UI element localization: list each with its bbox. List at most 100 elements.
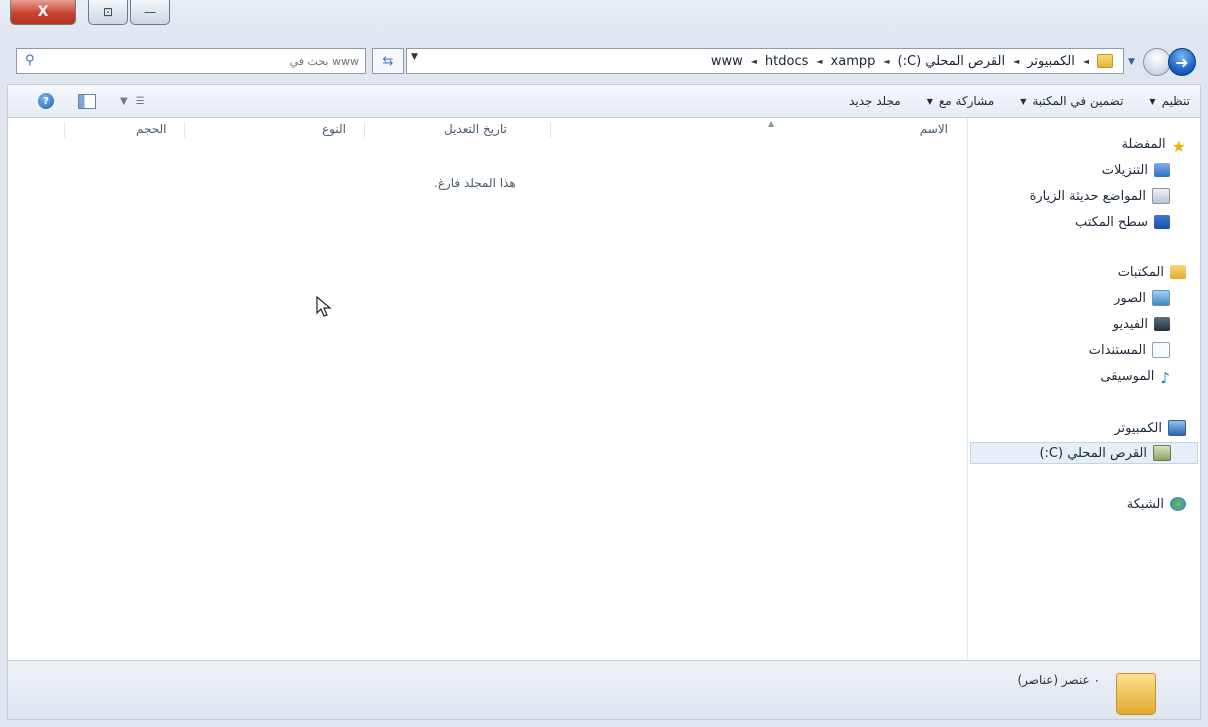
address-history-dropdown-icon[interactable]: ▼ <box>411 52 418 62</box>
nav-documents[interactable]: المستندات <box>1089 340 1170 360</box>
column-divider[interactable] <box>550 122 551 138</box>
recent-places-icon <box>1152 188 1170 204</box>
maximize-button[interactable]: ⊡ <box>88 0 128 25</box>
refresh-button[interactable]: ⇆ <box>372 48 404 74</box>
minimize-button[interactable]: — <box>130 0 170 25</box>
view-details-icon: ☰ <box>135 95 145 107</box>
back-button[interactable]: ➜ <box>1168 48 1196 76</box>
chevron-down-icon: ▼ <box>926 96 933 106</box>
nav-recent-places-label: المواضع حديثة الزيارة <box>1029 188 1146 204</box>
nav-libraries-label: المكتبات <box>1117 264 1164 280</box>
nav-videos-label: الفيديو <box>1112 316 1148 332</box>
refresh-icon: ⇆ <box>382 53 394 69</box>
nav-desktop[interactable]: سطح المكتب <box>1075 212 1170 232</box>
chevron-down-icon: ▼ <box>1149 96 1156 106</box>
column-date-modified[interactable]: تاريخ التعديل <box>444 122 507 136</box>
downloads-folder-icon <box>1154 163 1170 177</box>
item-count: ٠ عنصر (عناصر) <box>1017 673 1100 687</box>
column-divider[interactable] <box>64 122 65 138</box>
recent-pages-dropdown-icon[interactable]: ▼ <box>1128 57 1135 67</box>
chevron-left-icon[interactable]: ◄ <box>1083 57 1089 66</box>
videos-icon <box>1154 317 1170 331</box>
address-row: ⚲ ⇆ ▼ www ◄ htdocs ◄ xampp ◄ القرص المحل… <box>0 44 1208 78</box>
chevron-left-icon[interactable]: ◄ <box>816 57 822 66</box>
folder-icon <box>1097 54 1113 68</box>
column-type[interactable]: النوع <box>322 122 346 136</box>
preview-pane-icon[interactable] <box>78 93 96 109</box>
include-in-library-button[interactable]: تضمين في المكتبة ▼ <box>1020 94 1123 108</box>
column-size[interactable]: الحجم <box>136 122 166 136</box>
nav-downloads-label: التنزيلات <box>1101 162 1148 178</box>
share-with-label: مشاركة مع <box>938 94 995 108</box>
nav-local-disk[interactable]: القرص المحلي (C:) <box>970 442 1198 464</box>
nav-local-disk-label: القرص المحلي (C:) <box>1039 445 1147 461</box>
search-input[interactable] <box>47 50 361 72</box>
nav-music-label: الموسيقى <box>1100 368 1155 384</box>
nav-favorites[interactable]: ★ المفضلة <box>1121 134 1186 157</box>
nav-pictures-label: الصور <box>1114 290 1146 306</box>
nav-network[interactable]: الشبكة <box>1127 494 1186 514</box>
breadcrumb-htdocs[interactable]: htdocs <box>765 54 808 69</box>
desktop-icon <box>1154 215 1170 229</box>
nav-music[interactable]: ♪ الموسيقى <box>1100 366 1170 388</box>
pictures-icon <box>1152 290 1170 306</box>
change-view-button[interactable]: ▼ ☰ <box>120 96 145 107</box>
help-icon[interactable]: ? <box>38 93 54 109</box>
chevron-left-icon[interactable]: ◄ <box>751 57 757 66</box>
title-bar: X ⊡ — <box>0 0 1208 38</box>
star-icon: ★ <box>1171 137 1186 156</box>
libraries-icon <box>1170 265 1186 279</box>
include-library-label: تضمين في المكتبة <box>1032 94 1124 108</box>
breadcrumb-computer[interactable]: الكمبيوتر <box>1027 54 1075 69</box>
search-box[interactable]: ⚲ <box>16 48 366 74</box>
new-folder-label: مجلد جديد <box>849 94 901 108</box>
nav-favorites-label: المفضلة <box>1121 136 1166 152</box>
folder-icon <box>1116 673 1156 715</box>
column-name[interactable]: الاسم <box>920 122 948 136</box>
chevron-left-icon[interactable]: ◄ <box>883 57 889 66</box>
minimize-icon: — <box>144 5 156 19</box>
close-icon: X <box>37 4 49 20</box>
nav-libraries[interactable]: المكتبات <box>1118 262 1186 282</box>
share-with-button[interactable]: مشاركة مع ▼ <box>927 94 995 108</box>
nav-videos[interactable]: الفيديو <box>1113 314 1170 334</box>
breadcrumb: www ◄ htdocs ◄ xampp ◄ القرص المحلي (C:)… <box>711 49 1113 73</box>
column-headers: ▲ الاسم تاريخ التعديل النوع الحجم <box>8 118 968 144</box>
search-icon[interactable]: ⚲ <box>25 53 35 68</box>
nav-downloads[interactable]: التنزيلات <box>1102 160 1170 180</box>
network-icon <box>1170 497 1186 511</box>
local-disk-icon <box>1153 445 1171 461</box>
nav-pictures[interactable]: الصور <box>1114 288 1170 308</box>
navigation-pane: ★ المفضلة التنزيلات المواضع حديثة الزيار… <box>967 118 1200 660</box>
nav-computer[interactable]: الكمبيوتر <box>1114 418 1186 438</box>
sort-arrow-icon: ▲ <box>768 119 775 128</box>
organize-label: تنظيم <box>1161 94 1190 108</box>
breadcrumb-xampp[interactable]: xampp <box>831 54 876 69</box>
empty-folder-message: هذا المجلد فارغ. <box>434 176 516 190</box>
breadcrumb-local-disk[interactable]: القرص المحلي (C:) <box>898 54 1006 69</box>
chevron-left-icon[interactable]: ◄ <box>1013 57 1019 66</box>
nav-computer-label: الكمبيوتر <box>1114 420 1162 436</box>
command-bar: تنظيم ▼ تضمين في المكتبة ▼ مشاركة مع ▼ م… <box>7 84 1201 118</box>
new-folder-button[interactable]: مجلد جديد <box>849 94 901 108</box>
maximize-icon: ⊡ <box>102 5 114 19</box>
close-button[interactable]: X <box>10 0 76 25</box>
column-divider[interactable] <box>184 122 185 138</box>
nav-documents-label: المستندات <box>1088 342 1146 358</box>
forward-button[interactable] <box>1143 48 1171 76</box>
nav-desktop-label: سطح المكتب <box>1074 214 1148 230</box>
column-divider[interactable] <box>364 122 365 138</box>
computer-icon <box>1168 420 1186 436</box>
music-icon: ♪ <box>1160 369 1170 387</box>
nav-network-label: الشبكة <box>1126 496 1164 512</box>
organize-button[interactable]: تنظيم ▼ <box>1149 94 1190 108</box>
details-pane: ٠ عنصر (عناصر) <box>7 660 1201 720</box>
content-area: ▲ الاسم تاريخ التعديل النوع الحجم هذا ال… <box>7 118 1201 660</box>
mouse-cursor-icon <box>316 296 332 317</box>
nav-recent-places[interactable]: المواضع حديثة الزيارة <box>1030 186 1170 206</box>
documents-icon <box>1152 342 1170 358</box>
breadcrumb-www[interactable]: www <box>711 54 743 69</box>
address-bar[interactable]: ▼ www ◄ htdocs ◄ xampp ◄ القرص المحلي (C… <box>406 48 1124 74</box>
chevron-down-icon: ▼ <box>120 95 128 107</box>
chevron-down-icon: ▼ <box>1020 96 1027 106</box>
